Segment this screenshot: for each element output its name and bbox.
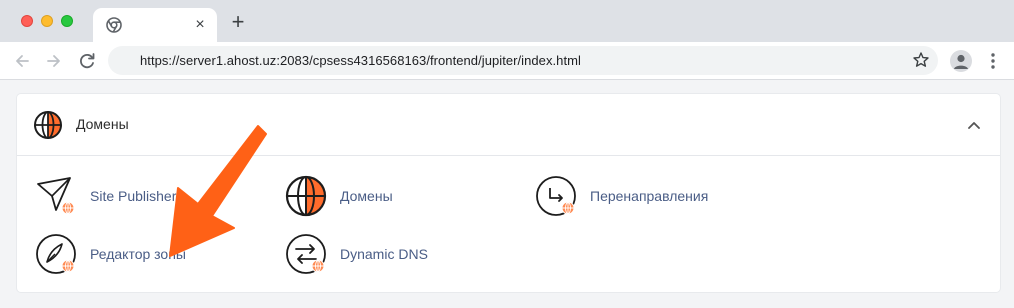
chrome-favicon-icon — [106, 17, 122, 33]
address-bar[interactable]: https://server1.ahost.uz:2083/cpsess4316… — [108, 46, 938, 75]
domains-globe-icon — [285, 175, 327, 217]
dynamic-dns-icon — [286, 234, 326, 274]
browser-tabstrip: × + — [0, 0, 1014, 42]
section-header[interactable]: Домены — [17, 94, 1000, 156]
kebab-menu-icon[interactable] — [982, 50, 1004, 72]
browser-toolbar: https://server1.ahost.uz:2083/cpsess4316… — [0, 42, 1014, 80]
site-publisher-label: Site Publisher — [90, 188, 177, 204]
profile-avatar-icon[interactable] — [950, 50, 972, 72]
site-publisher-icon — [37, 177, 75, 215]
redirects-label: Перенаправления — [590, 188, 709, 204]
browser-tab-active[interactable]: × — [93, 8, 217, 42]
domains-label: Домены — [340, 188, 393, 204]
section-title: Домены — [76, 116, 129, 132]
dynamic-dns-label: Dynamic DNS — [340, 246, 428, 262]
domains-globe-icon — [34, 111, 62, 139]
chevron-up-icon[interactable] — [965, 116, 983, 134]
new-tab-button[interactable]: + — [227, 11, 249, 34]
domains-link[interactable]: Домены — [284, 174, 514, 218]
reload-icon[interactable] — [76, 50, 98, 72]
window-close-button[interactable] — [21, 15, 33, 27]
tab-close-icon[interactable]: × — [191, 16, 209, 34]
window-zoom-button[interactable] — [61, 15, 73, 27]
forward-arrow-icon[interactable] — [43, 50, 65, 72]
address-url-text[interactable]: https://server1.ahost.uz:2083/cpsess4316… — [140, 53, 581, 68]
domains-section-card: Домены Site Publisher Домены Перенаправл… — [17, 94, 1000, 292]
site-publisher-link[interactable]: Site Publisher — [34, 174, 264, 218]
dynamic-dns-link[interactable]: Dynamic DNS — [284, 232, 514, 276]
back-arrow-icon[interactable] — [11, 50, 33, 72]
zone-editor-label: Редактор зоны — [90, 246, 186, 262]
bookmark-star-icon[interactable] — [912, 51, 930, 69]
window-minimize-button[interactable] — [41, 15, 53, 27]
redirects-icon — [536, 176, 576, 216]
zone-editor-icon — [36, 234, 76, 274]
zone-editor-link[interactable]: Редактор зоны — [34, 232, 264, 276]
redirects-link[interactable]: Перенаправления — [534, 174, 764, 218]
